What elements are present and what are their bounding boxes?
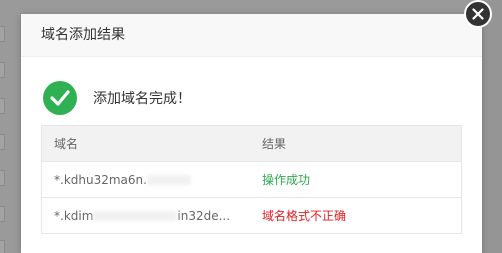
status-text-error: 域名格式不正确 [262,209,347,223]
domain-cell: *.kdhu32ma6n. [41,161,250,198]
background-control [0,206,5,222]
redacted-text [93,211,178,221]
column-header-domain: 域名 [41,125,250,162]
result-dialog: 域名添加结果 添加域名完成！ 域名 结果 *.kdhu32ma6n. 操作成功 [21,14,482,253]
close-icon [472,8,484,20]
table-header-row: 域名 结果 [41,125,462,162]
table-row: *.kdim in32de... 域名格式不正确 [41,197,462,234]
dialog-title: 域名添加结果 [41,27,125,43]
redacted-text [146,175,191,185]
background-control [0,98,5,114]
table-row: *.kdhu32ma6n. 操作成功 [41,161,462,198]
status-cell: 域名格式不正确 [250,197,462,234]
background-control [0,26,5,42]
background-control [0,134,5,150]
domain-cell: *.kdim in32de... [41,197,250,234]
checkmark-icon [43,81,77,115]
background-control [0,170,5,186]
status-cell: 操作成功 [250,161,462,198]
results-table: 域名 结果 *.kdhu32ma6n. 操作成功 *.kdim in32de...… [41,125,462,234]
result-summary: 添加域名完成！ [43,81,343,115]
domain-text: *.kdhu32ma6n. [54,172,147,187]
background-control [0,62,5,78]
status-text-success: 操作成功 [262,173,311,187]
domain-text: *.kdim [54,208,94,223]
dialog-header: 域名添加结果 [21,14,482,57]
close-button[interactable] [464,0,492,28]
result-message: 添加域名完成！ [93,91,191,107]
domain-text-suffix: in32de... [177,208,231,223]
column-header-result: 结果 [250,125,462,162]
background-control [0,240,5,253]
